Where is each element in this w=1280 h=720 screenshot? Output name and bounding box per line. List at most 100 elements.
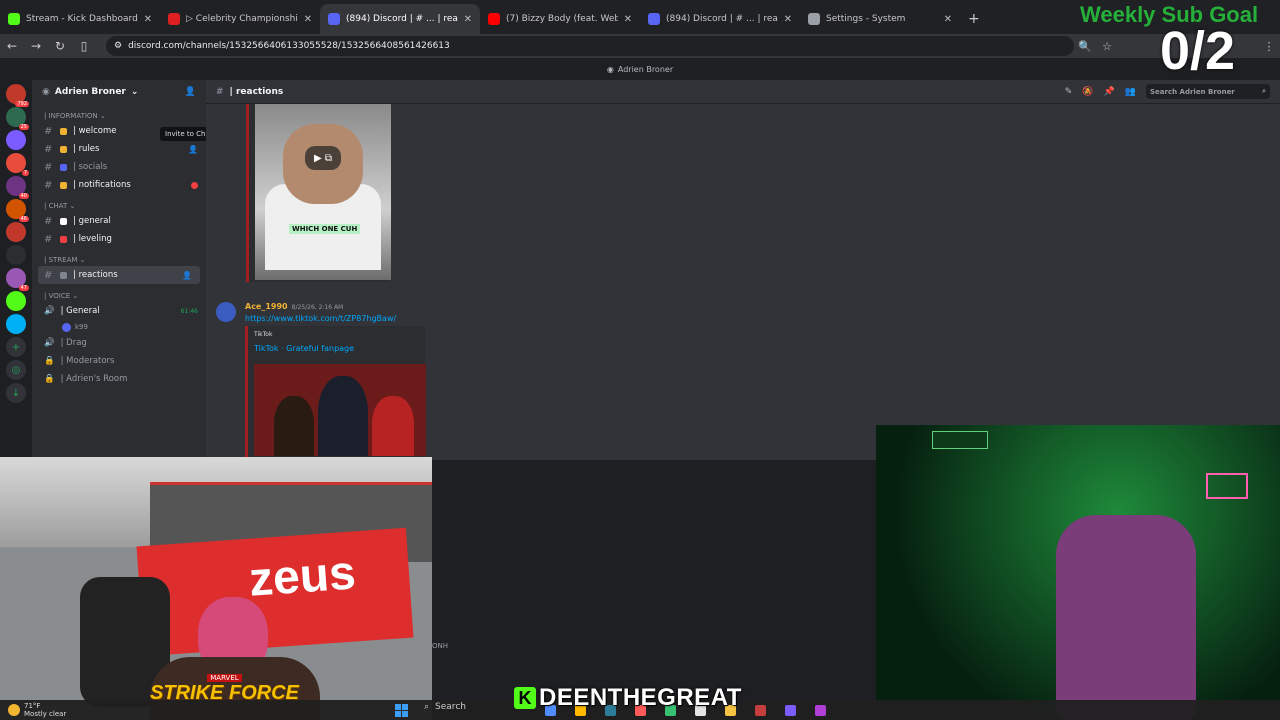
new-tab-button[interactable]: + [960, 4, 988, 34]
browser-tab[interactable]: (7) Bizzy Body (feat. Webbie & ... ✕ [480, 4, 640, 34]
header-toolbar: ✎ 🔕 📌 👥 Search Adrien Broner ⌕ [1065, 84, 1270, 99]
browser-tab[interactable]: ▷ Celebrity Championship Box ✕ [160, 4, 320, 34]
zoom-icon[interactable]: 🔍 [1074, 40, 1096, 53]
server-icon[interactable] [6, 314, 26, 334]
server-icon[interactable] [6, 222, 26, 242]
notification-bell-icon[interactable]: 🔕 [1082, 87, 1093, 97]
tab-title: (894) Discord | # ... | reactions [346, 14, 458, 24]
channel-item[interactable]: # | general [32, 212, 206, 230]
server-mention-badge: 40 [18, 193, 29, 199]
url-text: discord.com/channels/1532566406133055528… [128, 41, 450, 51]
video-thumbnail[interactable]: WHICH ONE CUH ▶ ⧉ [255, 104, 391, 280]
voice-channel-label: | Drag [60, 338, 87, 348]
server-icon[interactable]: 47 [6, 268, 29, 291]
windows-start-icon[interactable] [395, 704, 408, 717]
pin-icon[interactable]: 📌 [1104, 87, 1115, 97]
category-header[interactable]: | INFORMATION ⌄ [32, 104, 206, 122]
server-icon[interactable]: 25 [6, 107, 29, 130]
channel-label: | welcome [73, 126, 117, 136]
channel-emoji-icon [60, 217, 67, 225]
link-embed: TikTok TikTok · Grateful fanpage [245, 326, 426, 460]
play-icon[interactable]: ▶ ⧉ [305, 146, 341, 170]
browser-tab[interactable]: (894) Discord | # ... | reactions ✕ [640, 4, 800, 34]
category-header[interactable]: | CHAT ⌄ [32, 194, 206, 212]
embed-source: TikTok [254, 331, 273, 338]
channel-emoji-icon [60, 163, 67, 171]
close-tab-icon[interactable]: ✕ [304, 14, 312, 25]
streamer-name-overlay: K DEENTHEGREAT [514, 684, 742, 711]
close-tab-icon[interactable]: ✕ [144, 14, 152, 25]
taskbar-app-icon[interactable] [815, 705, 826, 716]
members-icon[interactable]: 👥 [1125, 87, 1136, 97]
search-icon: ⌕ [424, 702, 430, 712]
server-icon[interactable]: 792 [6, 84, 29, 107]
threads-icon[interactable]: ✎ [1065, 87, 1073, 97]
browser-menu-icon[interactable]: ⋮ [1258, 40, 1280, 53]
browser-tab[interactable]: Stream - Kick Dashboard ✕ [0, 4, 160, 34]
voice-channel-label: | General [60, 306, 100, 316]
avatar[interactable] [216, 302, 236, 322]
back-icon[interactable]: ← [0, 39, 24, 53]
close-tab-icon[interactable]: ✕ [464, 14, 472, 25]
channel-header-name: | reactions [229, 86, 284, 97]
server-icon[interactable] [6, 245, 26, 265]
download-icon[interactable]: ↓ [6, 383, 26, 403]
channel-item[interactable]: # | reactions 👤 [38, 266, 200, 284]
server-icon[interactable]: 40 [6, 176, 29, 199]
message-author[interactable]: Ace_1990 [245, 302, 288, 311]
add-server-icon[interactable]: + [6, 337, 26, 357]
add-member-icon[interactable]: 👤 [185, 87, 196, 97]
embed-image[interactable] [254, 364, 426, 456]
close-tab-icon[interactable]: ✕ [784, 14, 792, 25]
streamer-name: DEENTHEGREAT [539, 684, 742, 711]
invite-icon[interactable]: 👤 [182, 271, 192, 280]
url-bar[interactable]: ⚙ discord.com/channels/15325664061330555… [106, 36, 1074, 56]
close-tab-icon[interactable]: ✕ [624, 14, 632, 25]
taskbar-app-icon[interactable] [785, 705, 796, 716]
forward-icon[interactable]: → [24, 39, 48, 53]
close-tab-icon[interactable]: ✕ [944, 14, 952, 25]
server-icon[interactable] [6, 130, 26, 150]
bookmark-star-icon[interactable]: ☆ [1096, 40, 1118, 53]
search-input[interactable]: Search Adrien Broner ⌕ [1146, 84, 1270, 99]
tab-title: (7) Bizzy Body (feat. Webbie & ... [506, 14, 618, 24]
sponsor-logo: MARVEL STRIKE FORCE [150, 670, 299, 703]
explore-icon[interactable]: ◎ [6, 360, 26, 380]
server-name: Adrien Broner [54, 87, 126, 97]
discord-window-title: Adrien Broner [617, 64, 674, 74]
taskbar-search[interactable]: ⌕ Search [424, 702, 466, 712]
embed-title[interactable]: TikTok · Grateful fanpage [254, 344, 419, 353]
channel-label: | rules [73, 144, 100, 154]
video-embed[interactable]: WHICH ONE CUH ▶ ⧉ [246, 104, 391, 282]
reload-icon[interactable]: ↻ [48, 39, 72, 53]
server-icon[interactable]: 46 [6, 199, 29, 222]
voice-channel-item[interactable]: 🔊 | Drag [32, 334, 206, 352]
temperature: 71°F [24, 702, 41, 710]
voice-user[interactable]: k99 [32, 320, 206, 334]
browser-tab[interactable]: (894) Discord | # ... | reactions ✕ [320, 4, 480, 34]
hash-icon: # [44, 233, 53, 245]
browser-tab[interactable]: Settings - System ✕ [800, 4, 960, 34]
server-icon[interactable] [6, 291, 26, 311]
server-icon[interactable]: 7 [6, 153, 29, 176]
side-panel-icon[interactable]: ▯ [72, 39, 96, 53]
server-header[interactable]: ◉ Adrien Broner ⌄ 👤 [32, 80, 206, 104]
tab-favicon-icon [808, 13, 820, 25]
channel-item[interactable]: # | leveling [32, 230, 206, 248]
voice-channel-item[interactable]: 🔒 | Adrien's Room [32, 370, 206, 388]
voice-channel-label: | Adrien's Room [60, 374, 128, 384]
category-header[interactable]: | STREAM ⌄ [32, 248, 206, 266]
message-link[interactable]: https://www.tiktok.com/t/ZP87hgBaw/ [245, 314, 396, 323]
channel-item[interactable]: # | notifications [32, 176, 206, 194]
discord-title-bar: ◉ Adrien Broner [0, 58, 1280, 80]
tab-favicon-icon [488, 13, 500, 25]
voice-channel-general[interactable]: 🔊 | General 61:46 [32, 302, 206, 320]
invite-icon[interactable]: 👤 [188, 145, 198, 154]
channel-item[interactable]: # | socials [32, 158, 206, 176]
site-info-icon[interactable]: ⚙ [114, 41, 122, 51]
channel-item[interactable]: # | rules 👤 [32, 140, 206, 158]
voice-channel-item[interactable]: 🔒 | Moderators [32, 352, 206, 370]
weather-widget[interactable]: 71°F Mostly clear [0, 702, 66, 718]
category-voice[interactable]: | VOICE ⌄ [32, 284, 206, 302]
taskbar-app-icon[interactable] [755, 705, 766, 716]
